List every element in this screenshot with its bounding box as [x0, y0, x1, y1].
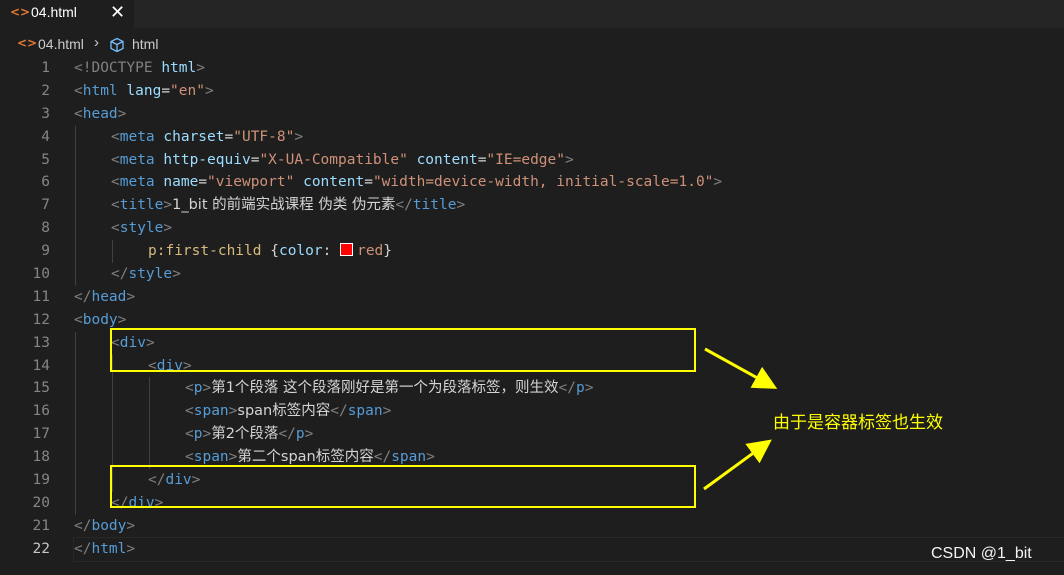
- watermark: CSDN @1_bit: [931, 545, 1032, 562]
- arrow-bottom: [703, 439, 772, 491]
- arrow-top: [704, 347, 778, 389]
- annotation-arrows: [703, 347, 778, 491]
- annotation-label: 由于是容器标签也生效: [773, 413, 943, 433]
